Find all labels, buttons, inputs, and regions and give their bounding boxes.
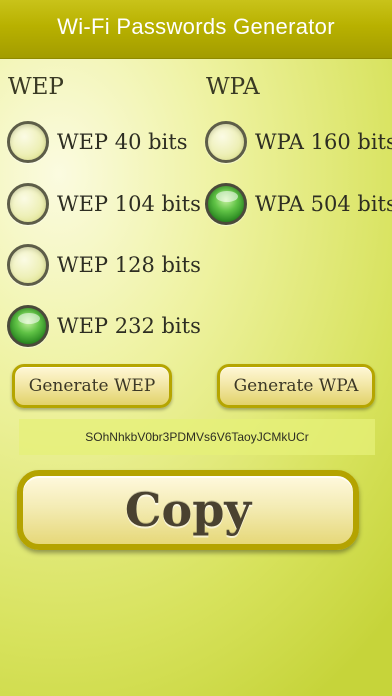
wep-40-option[interactable]: WEP 40 bits bbox=[7, 118, 188, 166]
radio-button[interactable] bbox=[7, 183, 49, 225]
radio-button-selected[interactable] bbox=[7, 305, 49, 347]
wep-heading: WEP bbox=[8, 74, 64, 100]
radio-button[interactable] bbox=[205, 121, 247, 163]
wpa-heading: WPA bbox=[206, 74, 260, 100]
copy-button[interactable]: Copy bbox=[17, 470, 359, 550]
wep-232-label: WEP 232 bits bbox=[57, 314, 201, 338]
radio-button[interactable] bbox=[7, 244, 49, 286]
wep-104-option[interactable]: WEP 104 bits bbox=[7, 180, 201, 228]
wep-128-option[interactable]: WEP 128 bits bbox=[7, 241, 201, 289]
wep-128-label: WEP 128 bits bbox=[57, 253, 201, 277]
radio-button-selected[interactable] bbox=[205, 183, 247, 225]
wep-104-label: WEP 104 bits bbox=[57, 192, 201, 216]
generate-wpa-button[interactable]: Generate WPA bbox=[217, 364, 375, 408]
wep-232-option[interactable]: WEP 232 bits bbox=[7, 302, 201, 350]
app-header: Wi-Fi Passwords Generator bbox=[0, 0, 392, 59]
wpa-160-option[interactable]: WPA 160 bits bbox=[205, 118, 392, 166]
radio-button[interactable] bbox=[7, 121, 49, 163]
app-title: Wi-Fi Passwords Generator bbox=[57, 14, 335, 39]
generate-wep-button[interactable]: Generate WEP bbox=[12, 364, 172, 408]
wpa-504-label: WPA 504 bits bbox=[255, 192, 392, 216]
wpa-160-label: WPA 160 bits bbox=[255, 130, 392, 154]
wpa-504-option[interactable]: WPA 504 bits bbox=[205, 180, 392, 228]
password-output[interactable]: SOhNhkbV0br3PDMVs6V6TaoyJCMkUCr bbox=[19, 419, 375, 455]
wep-40-label: WEP 40 bits bbox=[57, 130, 188, 154]
